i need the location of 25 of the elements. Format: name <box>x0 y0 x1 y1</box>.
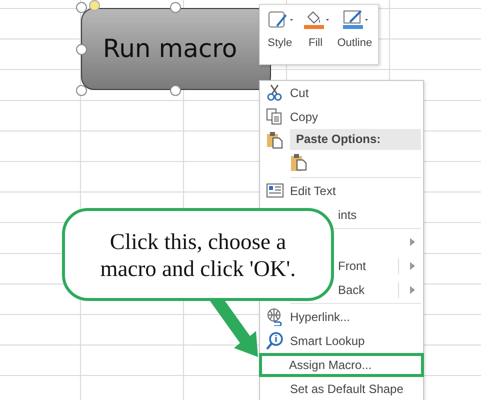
menu-item[interactable]: Assign Macro... <box>259 353 424 377</box>
menu-item[interactable]: Set as Default Shape <box>260 377 423 400</box>
menu-item[interactable]: Hyperlink... <box>260 305 423 329</box>
callout-text: Click this, choose a macro and click 'OK'. <box>99 228 297 282</box>
adjustment-handle[interactable] <box>89 0 100 11</box>
outline-button[interactable]: Outline <box>337 9 372 60</box>
copy-icon <box>266 108 284 126</box>
globe-link-icon <box>266 308 284 326</box>
text-box-icon <box>266 182 284 200</box>
resize-handle[interactable] <box>76 44 87 55</box>
resize-handle[interactable] <box>170 85 181 96</box>
resize-handle[interactable] <box>76 2 87 13</box>
fill-button[interactable]: Fill <box>302 9 330 60</box>
paste-keep-icon[interactable] <box>290 153 308 173</box>
menu-item[interactable]: Smart Lookup <box>260 329 423 353</box>
paste-icon <box>266 130 284 148</box>
scissors-icon <box>266 84 284 102</box>
menu-item[interactable]: Back <box>338 281 365 299</box>
resize-handle[interactable] <box>170 2 181 13</box>
menu-item[interactable]: Edit Text <box>260 179 423 203</box>
menu-item[interactable]: Front <box>338 257 366 275</box>
search-icon <box>266 332 284 350</box>
menu-item[interactable]: Copy <box>260 105 423 129</box>
resize-handle[interactable] <box>76 85 87 96</box>
menu-item[interactable]: ints <box>338 206 357 224</box>
